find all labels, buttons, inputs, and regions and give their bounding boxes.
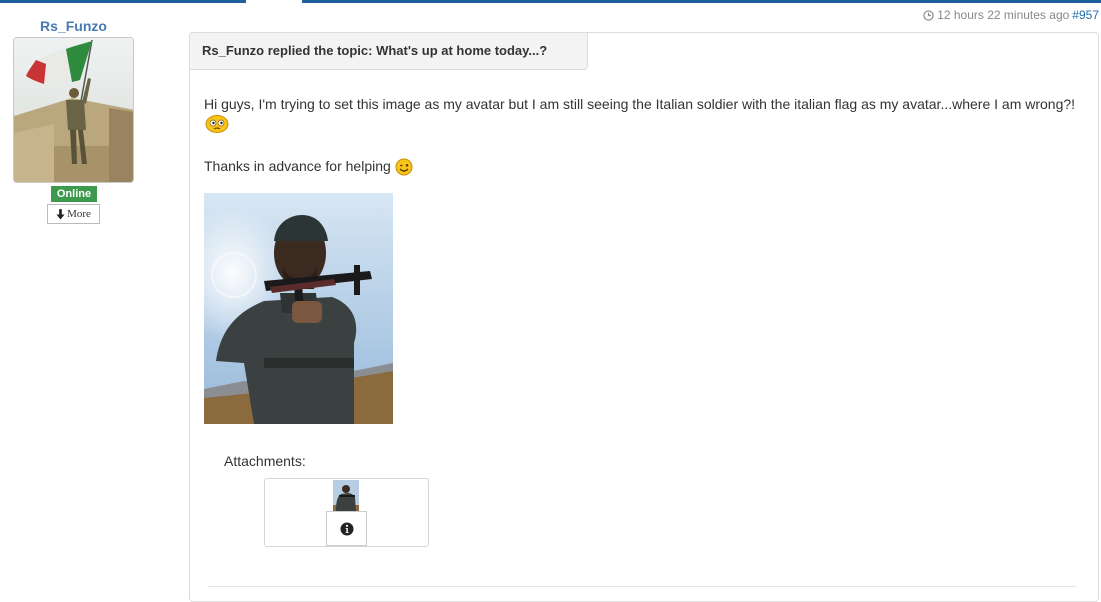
soldier-image — [204, 193, 393, 424]
clock-icon — [923, 9, 934, 21]
more-button-label: More — [67, 208, 91, 220]
active-nav-tab-indicator — [246, 0, 302, 3]
post-image-soldier[interactable] — [204, 193, 393, 424]
online-status-badge: Online — [51, 186, 97, 202]
post-body-line-1: Hi guys, I'm trying to set this image as… — [204, 96, 1076, 112]
wink-smiley-icon — [395, 158, 413, 176]
info-icon — [340, 522, 353, 535]
confused-smiley-icon — [205, 115, 229, 133]
post-number-link[interactable]: #957 — [1072, 8, 1099, 22]
top-nav-bar — [0, 0, 1101, 3]
author-username-link[interactable]: Rs_Funzo — [13, 18, 134, 34]
avatar-image — [14, 38, 133, 182]
attachment-item — [264, 478, 429, 547]
more-button[interactable]: More — [47, 204, 100, 224]
arrow-down-icon — [56, 208, 65, 219]
post-body-line-2-row: Thanks in advance for helping — [204, 157, 1094, 176]
attachment-thumbnail-image — [333, 480, 359, 512]
post-body: Hi guys, I'm trying to set this image as… — [204, 95, 1094, 176]
post-container: Rs_Funzo replied the topic: What's up at… — [189, 32, 1099, 602]
author-avatar[interactable] — [13, 37, 134, 183]
post-divider — [208, 586, 1076, 587]
attachment-thumbnail[interactable] — [333, 480, 359, 512]
post-meta: 12 hours 22 minutes ago #957 — [923, 8, 1099, 22]
post-body-line-2: Thanks in advance for helping — [204, 158, 391, 174]
post-title: Rs_Funzo replied the topic: What's up at… — [189, 32, 588, 70]
attachments-label: Attachments: — [224, 453, 306, 469]
post-time: 12 hours 22 minutes ago — [937, 8, 1070, 22]
attachment-info-button[interactable] — [326, 511, 367, 546]
